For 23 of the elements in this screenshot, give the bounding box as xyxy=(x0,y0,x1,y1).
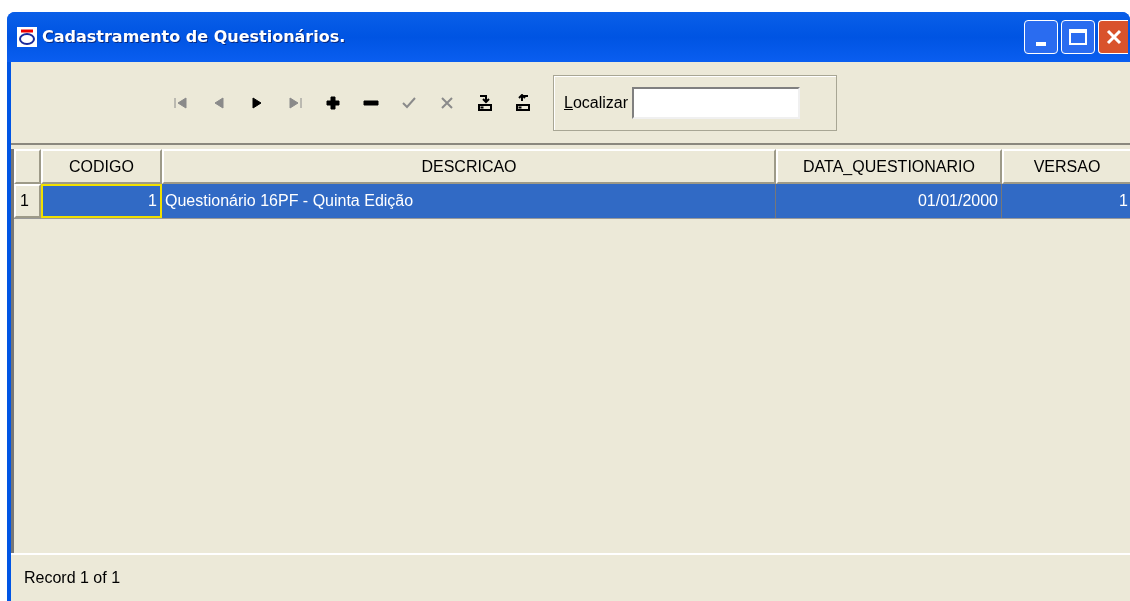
close-icon xyxy=(1105,29,1122,45)
app-icon xyxy=(17,27,37,47)
plus-icon xyxy=(323,93,342,112)
table-cell[interactable]: 01/01/2000 xyxy=(776,184,1002,218)
table-cell[interactable]: Questionário 16PF - Quinta Edição xyxy=(162,184,776,218)
minimize-button[interactable] xyxy=(1024,20,1058,54)
status-text: Record 1 of 1 xyxy=(24,568,121,588)
minus-icon xyxy=(362,99,379,106)
tray-arrow-icon xyxy=(513,93,532,112)
search-field[interactable] xyxy=(632,86,801,119)
column-header[interactable]: VERSAO xyxy=(1002,149,1130,184)
column-header[interactable]: CODIGO xyxy=(41,149,162,184)
row-number: 1 xyxy=(14,184,41,218)
column-header[interactable]: DATA_QUESTIONARIO xyxy=(776,149,1002,184)
search-label: Localizar xyxy=(564,92,629,113)
table-cell[interactable]: 1 xyxy=(1002,184,1130,218)
table-cell[interactable]: 1 xyxy=(41,184,162,218)
corner-header xyxy=(14,149,41,184)
maximize-button[interactable] xyxy=(1061,20,1095,54)
close-button[interactable] xyxy=(1098,20,1128,54)
column-header[interactable]: DESCRICAO xyxy=(162,149,776,184)
tray-arrow-icon xyxy=(475,93,494,112)
window-title: Cadastramento de Questionários. xyxy=(42,26,346,48)
